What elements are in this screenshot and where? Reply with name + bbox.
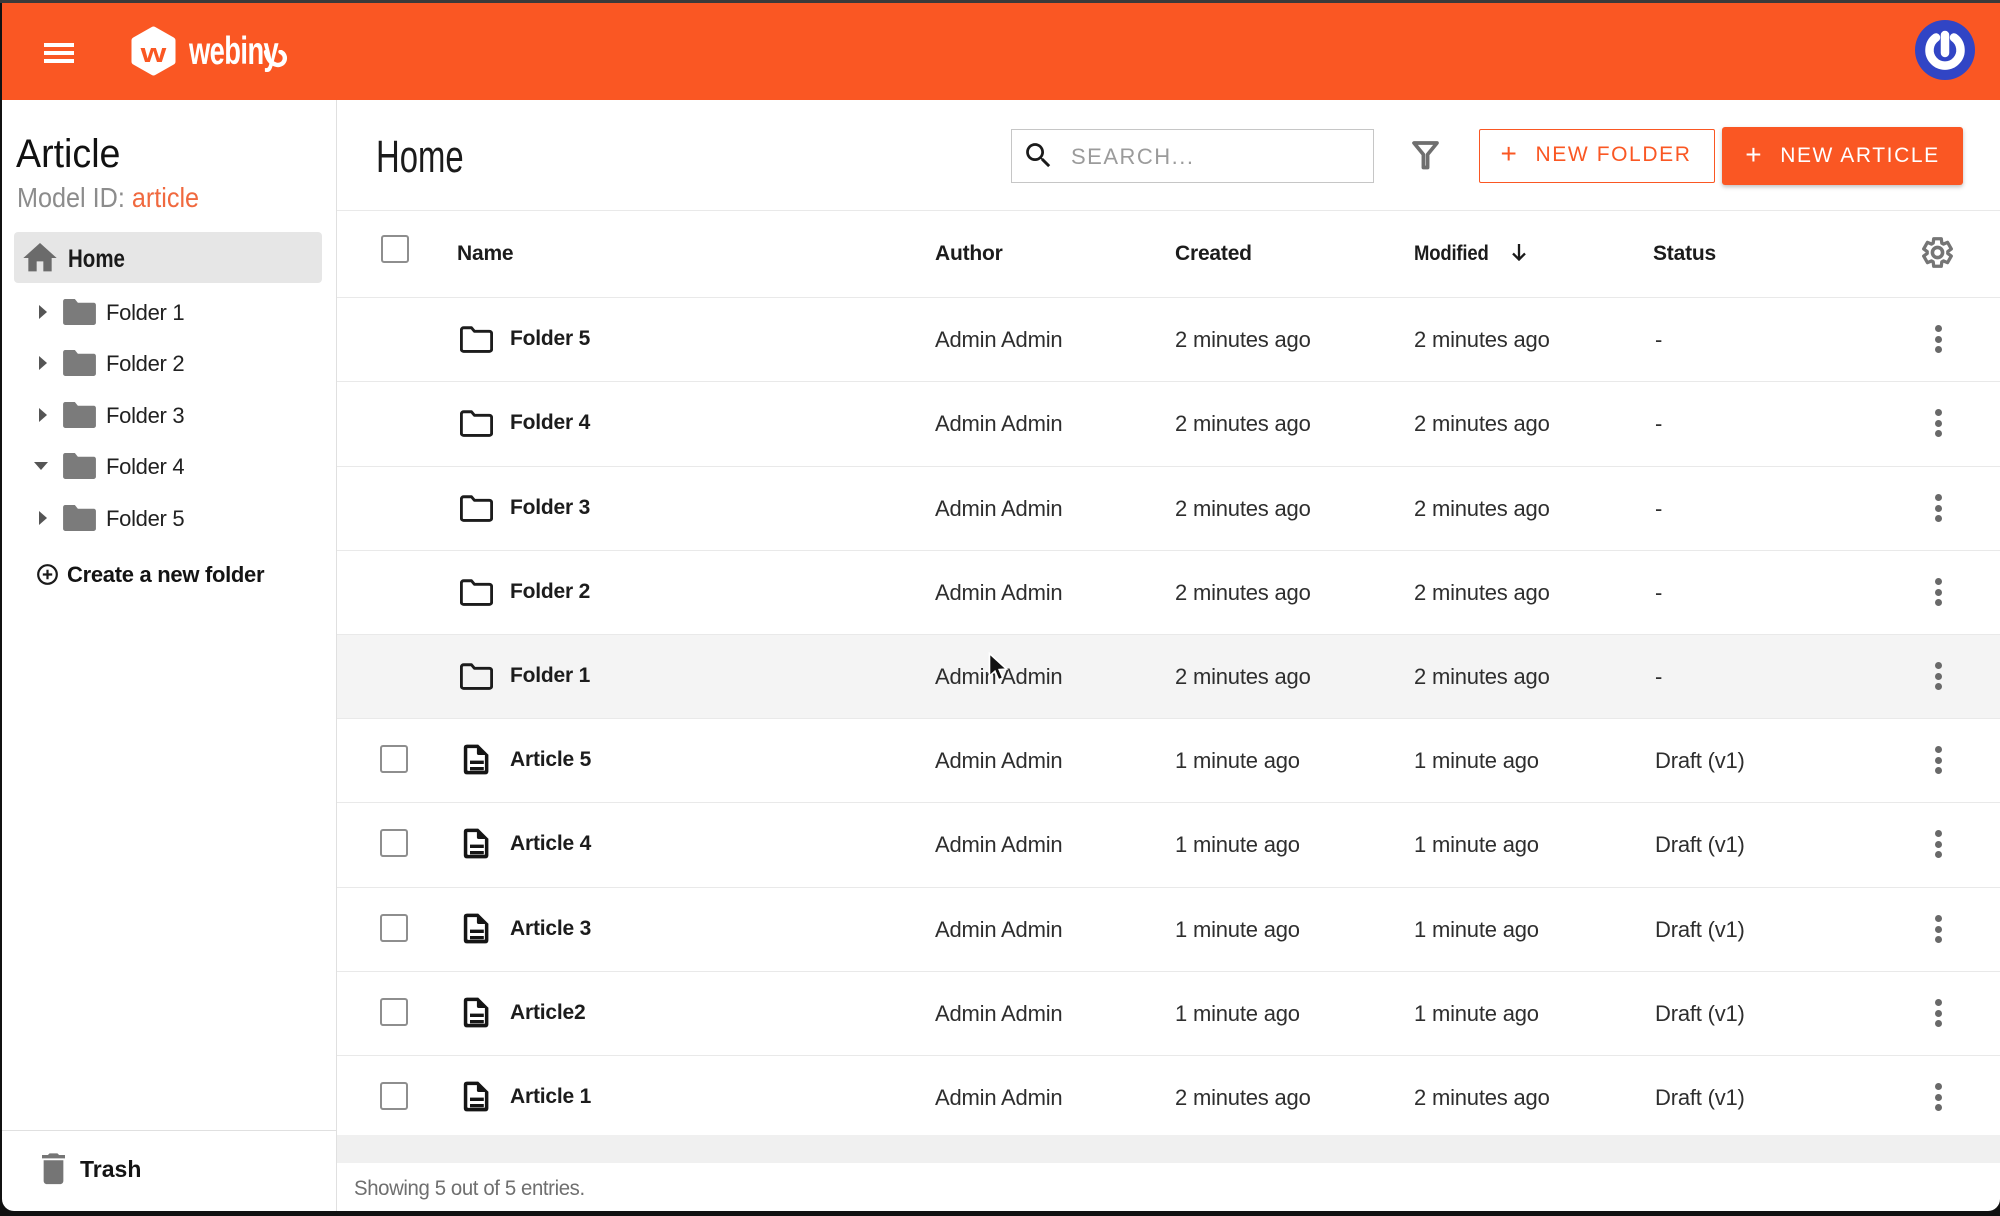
svg-text:w: w (140, 39, 167, 69)
